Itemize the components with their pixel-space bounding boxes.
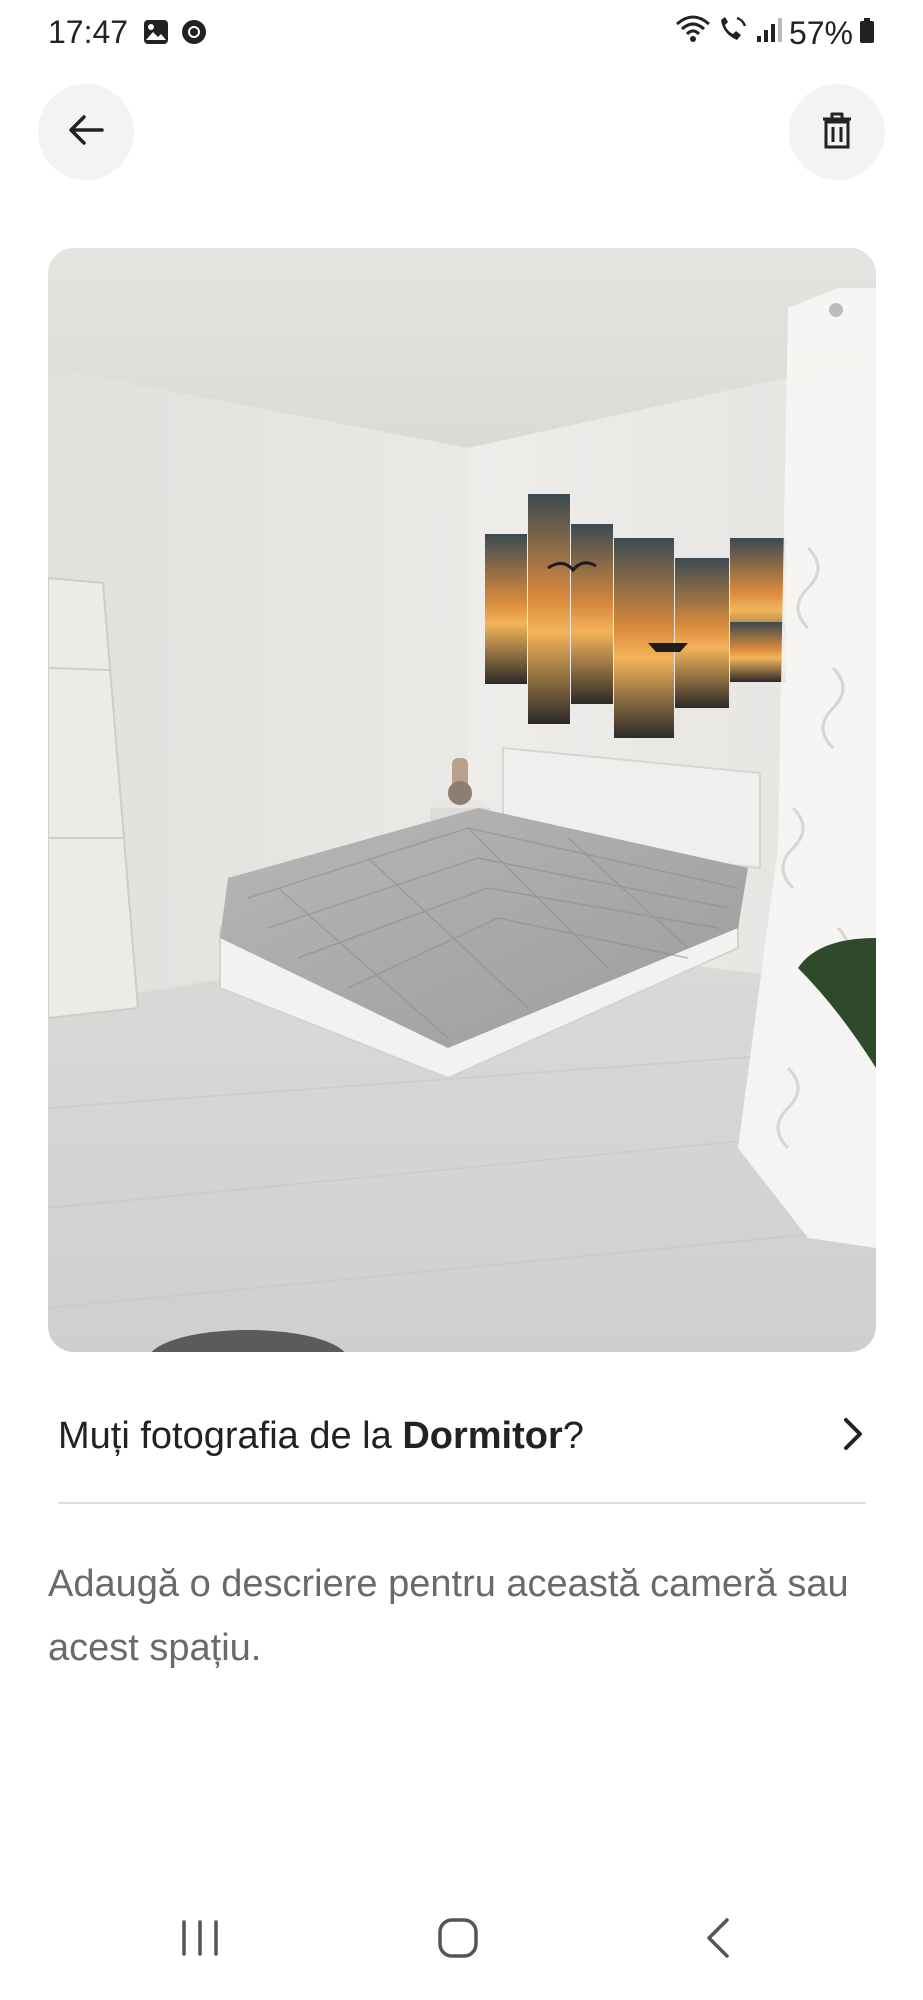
arrow-left-icon bbox=[66, 110, 106, 155]
home-button[interactable] bbox=[428, 1910, 488, 1970]
status-notification-icons bbox=[142, 18, 208, 51]
battery-icon bbox=[859, 15, 875, 52]
battery-percent: 57% bbox=[788, 14, 853, 51]
system-nav-bar bbox=[0, 1880, 923, 2000]
status-bar: 17:47 57% bbox=[0, 0, 923, 66]
recents-button[interactable] bbox=[170, 1910, 230, 1970]
wifi-icon bbox=[675, 14, 711, 52]
bedroom-photo-illustration bbox=[48, 248, 876, 1352]
back-button[interactable] bbox=[38, 84, 134, 180]
wifi-call-icon bbox=[717, 14, 749, 52]
signal-icon bbox=[755, 15, 783, 52]
home-icon bbox=[436, 1916, 480, 1965]
gallery-icon bbox=[142, 18, 170, 51]
chevron-right-icon bbox=[840, 1416, 866, 1457]
delete-photo-button[interactable] bbox=[789, 84, 885, 180]
status-system-icons: 57% bbox=[675, 14, 875, 52]
chrome-icon bbox=[180, 18, 208, 51]
back-icon bbox=[703, 1916, 733, 1965]
system-back-button[interactable] bbox=[688, 1910, 748, 1970]
move-photo-label: Muți fotografia de la Dormitor? bbox=[58, 1414, 584, 1457]
description-input[interactable]: Adaugă o descriere pentru această cameră… bbox=[48, 1552, 878, 1680]
room-photo[interactable] bbox=[48, 248, 876, 1352]
trash-icon bbox=[819, 110, 855, 155]
recents-icon bbox=[178, 1918, 222, 1963]
status-time: 17:47 bbox=[48, 14, 129, 50]
divider bbox=[58, 1502, 866, 1504]
room-name: Dormitor bbox=[402, 1414, 563, 1457]
move-photo-row[interactable]: Muți fotografia de la Dormitor? bbox=[58, 1400, 866, 1472]
